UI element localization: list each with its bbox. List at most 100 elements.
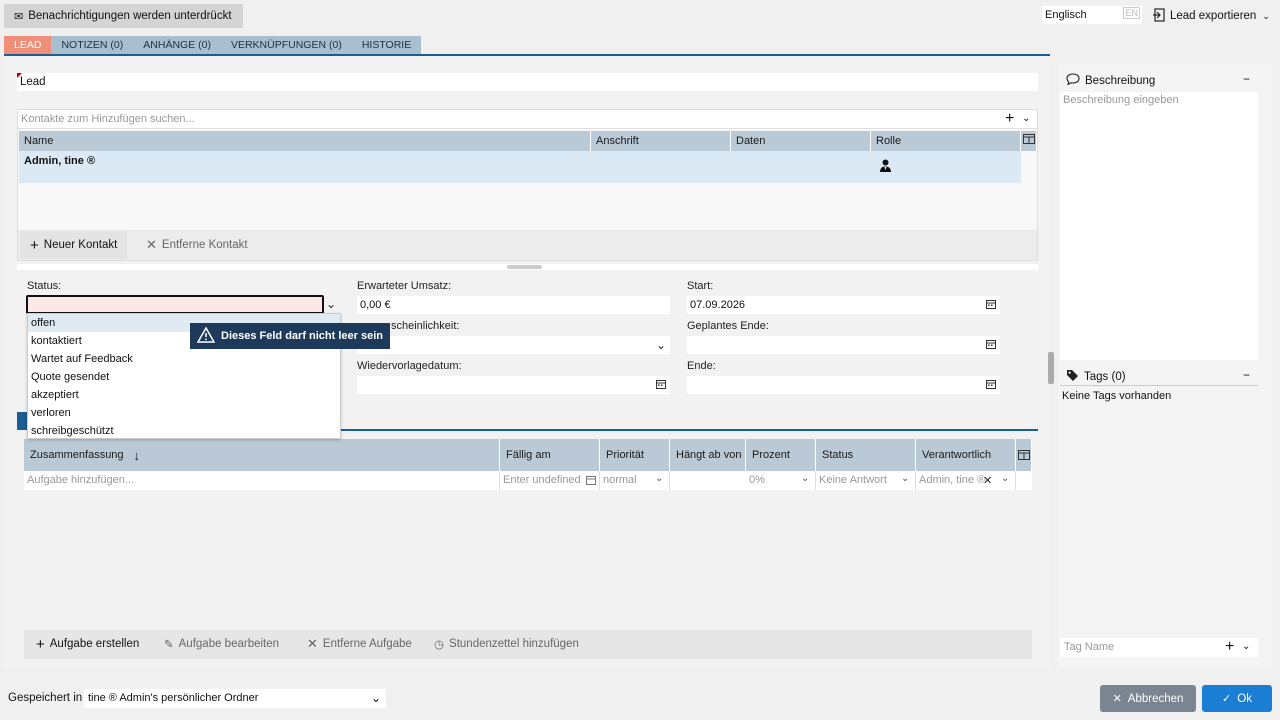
chevron-down-icon[interactable]: ⌄ — [801, 473, 809, 484]
chevron-down-icon[interactable]: ⌄ — [371, 691, 381, 705]
task-summary-input[interactable]: Aufgabe hinzufügen... — [24, 471, 500, 490]
plus-icon: + — [36, 635, 45, 653]
collapse-handle[interactable] — [1048, 352, 1054, 384]
columns-toggle-icon[interactable] — [1021, 131, 1037, 151]
chevron-down-icon[interactable]: ⌄ — [901, 473, 909, 484]
cancel-button[interactable]: ✕ Abbrechen — [1100, 685, 1196, 712]
language-select[interactable]: Englisch EN — [1042, 6, 1142, 24]
language-code-badge: EN — [1123, 7, 1140, 19]
export-lead-button[interactable]: Lead exportieren ⌄ — [1152, 6, 1274, 26]
ok-label: Ok — [1237, 692, 1252, 705]
create-task-button[interactable]: + Aufgabe erstellen — [26, 630, 149, 658]
calendar-icon[interactable] — [656, 379, 666, 392]
calendar-icon[interactable] — [986, 339, 996, 352]
probability-select[interactable] — [357, 336, 670, 354]
sort-desc-icon: ↓ — [133, 447, 141, 463]
saved-in-label: Gespeichert in — [8, 692, 83, 704]
column-header-summary[interactable]: Zusammenfassung ↓ — [24, 439, 500, 471]
column-header-status[interactable]: Status — [816, 439, 916, 471]
start-date-input[interactable]: 07.09.2026 — [687, 296, 1000, 314]
calendar-icon[interactable] — [986, 299, 996, 312]
task-due-input[interactable]: Enter undefined — [500, 471, 600, 490]
add-icon[interactable]: + — [1005, 111, 1014, 127]
chevron-down-icon: ⌄ — [1262, 10, 1270, 21]
column-header-due[interactable]: Fällig am — [500, 439, 600, 471]
ok-button[interactable]: ✓ Ok — [1202, 685, 1272, 712]
calendar-icon[interactable] — [986, 379, 996, 392]
minimize-icon[interactable]: − — [1243, 368, 1250, 382]
warning-icon — [196, 325, 216, 346]
tags-divider — [1060, 385, 1258, 386]
lead-title-input[interactable]: Lead — [17, 73, 1038, 91]
edit-task-label: Aufgabe bearbeiten — [178, 638, 280, 650]
list-item[interactable]: Quote gesendet — [28, 368, 340, 386]
status-input[interactable] — [26, 295, 324, 314]
comment-icon — [1066, 73, 1080, 88]
tab-bar: LEAD NOTIZEN (0) ANHÄNGE (0) VERKNÜPFUNG… — [4, 36, 422, 54]
columns-toggle-icon[interactable] — [1016, 439, 1032, 471]
notifications-button[interactable]: ✉ Benachrichtigungen werden unterdrückt — [4, 4, 243, 28]
column-header-role[interactable]: Rolle — [871, 131, 1021, 151]
tag-icon — [1066, 369, 1079, 385]
cancel-label: Abbrechen — [1127, 692, 1184, 705]
edit-task-button[interactable]: ✎ Aufgabe bearbeiten — [154, 630, 289, 658]
chevron-down-icon[interactable]: ⌄ — [1242, 641, 1250, 652]
tasks-grid-header: Zusammenfassung ↓ Fällig am Priorität Hä… — [24, 439, 1032, 471]
column-header-depends[interactable]: Hängt ab von — [670, 439, 746, 471]
column-header-name[interactable]: Name — [19, 131, 591, 151]
export-label: Lead exportieren — [1170, 10, 1257, 22]
end-label: Ende: — [687, 360, 716, 372]
new-contact-label: Neuer Kontakt — [43, 239, 118, 251]
tasks-toolbar: + Aufgabe erstellen ✎ Aufgabe bearbeiten… — [24, 630, 1032, 659]
list-item[interactable]: verloren — [28, 404, 340, 422]
chevron-down-icon[interactable]: ⌄ — [1022, 113, 1030, 124]
user-role-icon — [880, 159, 891, 175]
close-icon: ✕ — [1112, 693, 1122, 705]
validation-message: Dieses Feld darf nicht leer sein — [221, 330, 384, 342]
notifications-icon: ✉ — [14, 10, 24, 23]
tab-notes[interactable]: NOTIZEN (0) — [51, 36, 134, 54]
list-item[interactable]: akzeptiert — [28, 386, 340, 404]
column-header-priority[interactable]: Priorität — [600, 439, 670, 471]
task-quick-add-row: Aufgabe hinzufügen... Enter undefined no… — [24, 471, 1032, 490]
column-header-percent[interactable]: Prozent — [746, 439, 816, 471]
tab-attachments[interactable]: ANHÄNGE (0) — [133, 36, 221, 54]
create-task-label: Aufgabe erstellen — [49, 638, 140, 650]
remove-contact-button[interactable]: ✕ Entferne Kontakt — [136, 231, 258, 259]
chevron-down-icon[interactable]: ⌄ — [655, 473, 663, 484]
column-header-responsible[interactable]: Verantwortlich — [916, 439, 1016, 471]
expected-revenue-label: Erwarteter Umsatz: — [357, 280, 452, 292]
expected-revenue-input[interactable]: 0,00 € — [357, 296, 670, 314]
contact-name-cell: Admin, tine ® — [24, 155, 96, 167]
no-tags-text: Keine Tags vorhanden — [1062, 390, 1172, 402]
list-item[interactable]: Wartet auf Feedback — [28, 350, 340, 368]
chevron-down-icon[interactable]: ⌄ — [1001, 473, 1009, 484]
column-header-address[interactable]: Anschrift — [591, 131, 731, 151]
clear-icon[interactable]: ✕ — [983, 474, 992, 487]
followup-date-input[interactable] — [357, 376, 670, 394]
splitter-handle[interactable] — [507, 265, 542, 269]
new-contact-button[interactable]: + Neuer Kontakt — [20, 231, 128, 259]
description-header: Beschreibung — [1066, 73, 1155, 88]
timesheet-icon: ◷ — [434, 639, 445, 651]
remove-task-label: Entferne Aufgabe — [322, 638, 412, 650]
column-header-data[interactable]: Daten — [731, 131, 871, 151]
calendar-icon[interactable] — [586, 475, 596, 488]
list-item[interactable]: schreibgeschützt — [28, 422, 340, 440]
tab-history[interactable]: HISTORIE — [351, 36, 422, 54]
description-textarea[interactable]: Beschreibung eingeben — [1060, 92, 1258, 360]
add-icon[interactable]: + — [1225, 639, 1234, 655]
chevron-down-icon[interactable]: ⌄ — [656, 338, 666, 352]
folder-select[interactable]: tine ® Admin's persönlicher Ordner — [84, 689, 386, 708]
minimize-icon[interactable]: − — [1243, 72, 1250, 86]
add-timesheet-button[interactable]: ◷ Stundenzettel hinzufügen — [424, 630, 589, 658]
remove-task-button[interactable]: ✕ Entferne Aufgabe — [297, 630, 422, 658]
table-row[interactable] — [19, 151, 1021, 183]
end-date-input[interactable] — [687, 376, 1000, 394]
chevron-down-icon[interactable]: ⌄ — [326, 297, 336, 311]
contact-search-input[interactable]: Kontakte zum Hinzufügen suchen... — [18, 110, 1037, 129]
description-title: Beschreibung — [1085, 74, 1156, 87]
planned-end-input[interactable] — [687, 336, 1000, 354]
tab-relations[interactable]: VERKNÜPFUNGEN (0) — [220, 36, 352, 54]
tab-lead[interactable]: LEAD — [4, 36, 52, 54]
